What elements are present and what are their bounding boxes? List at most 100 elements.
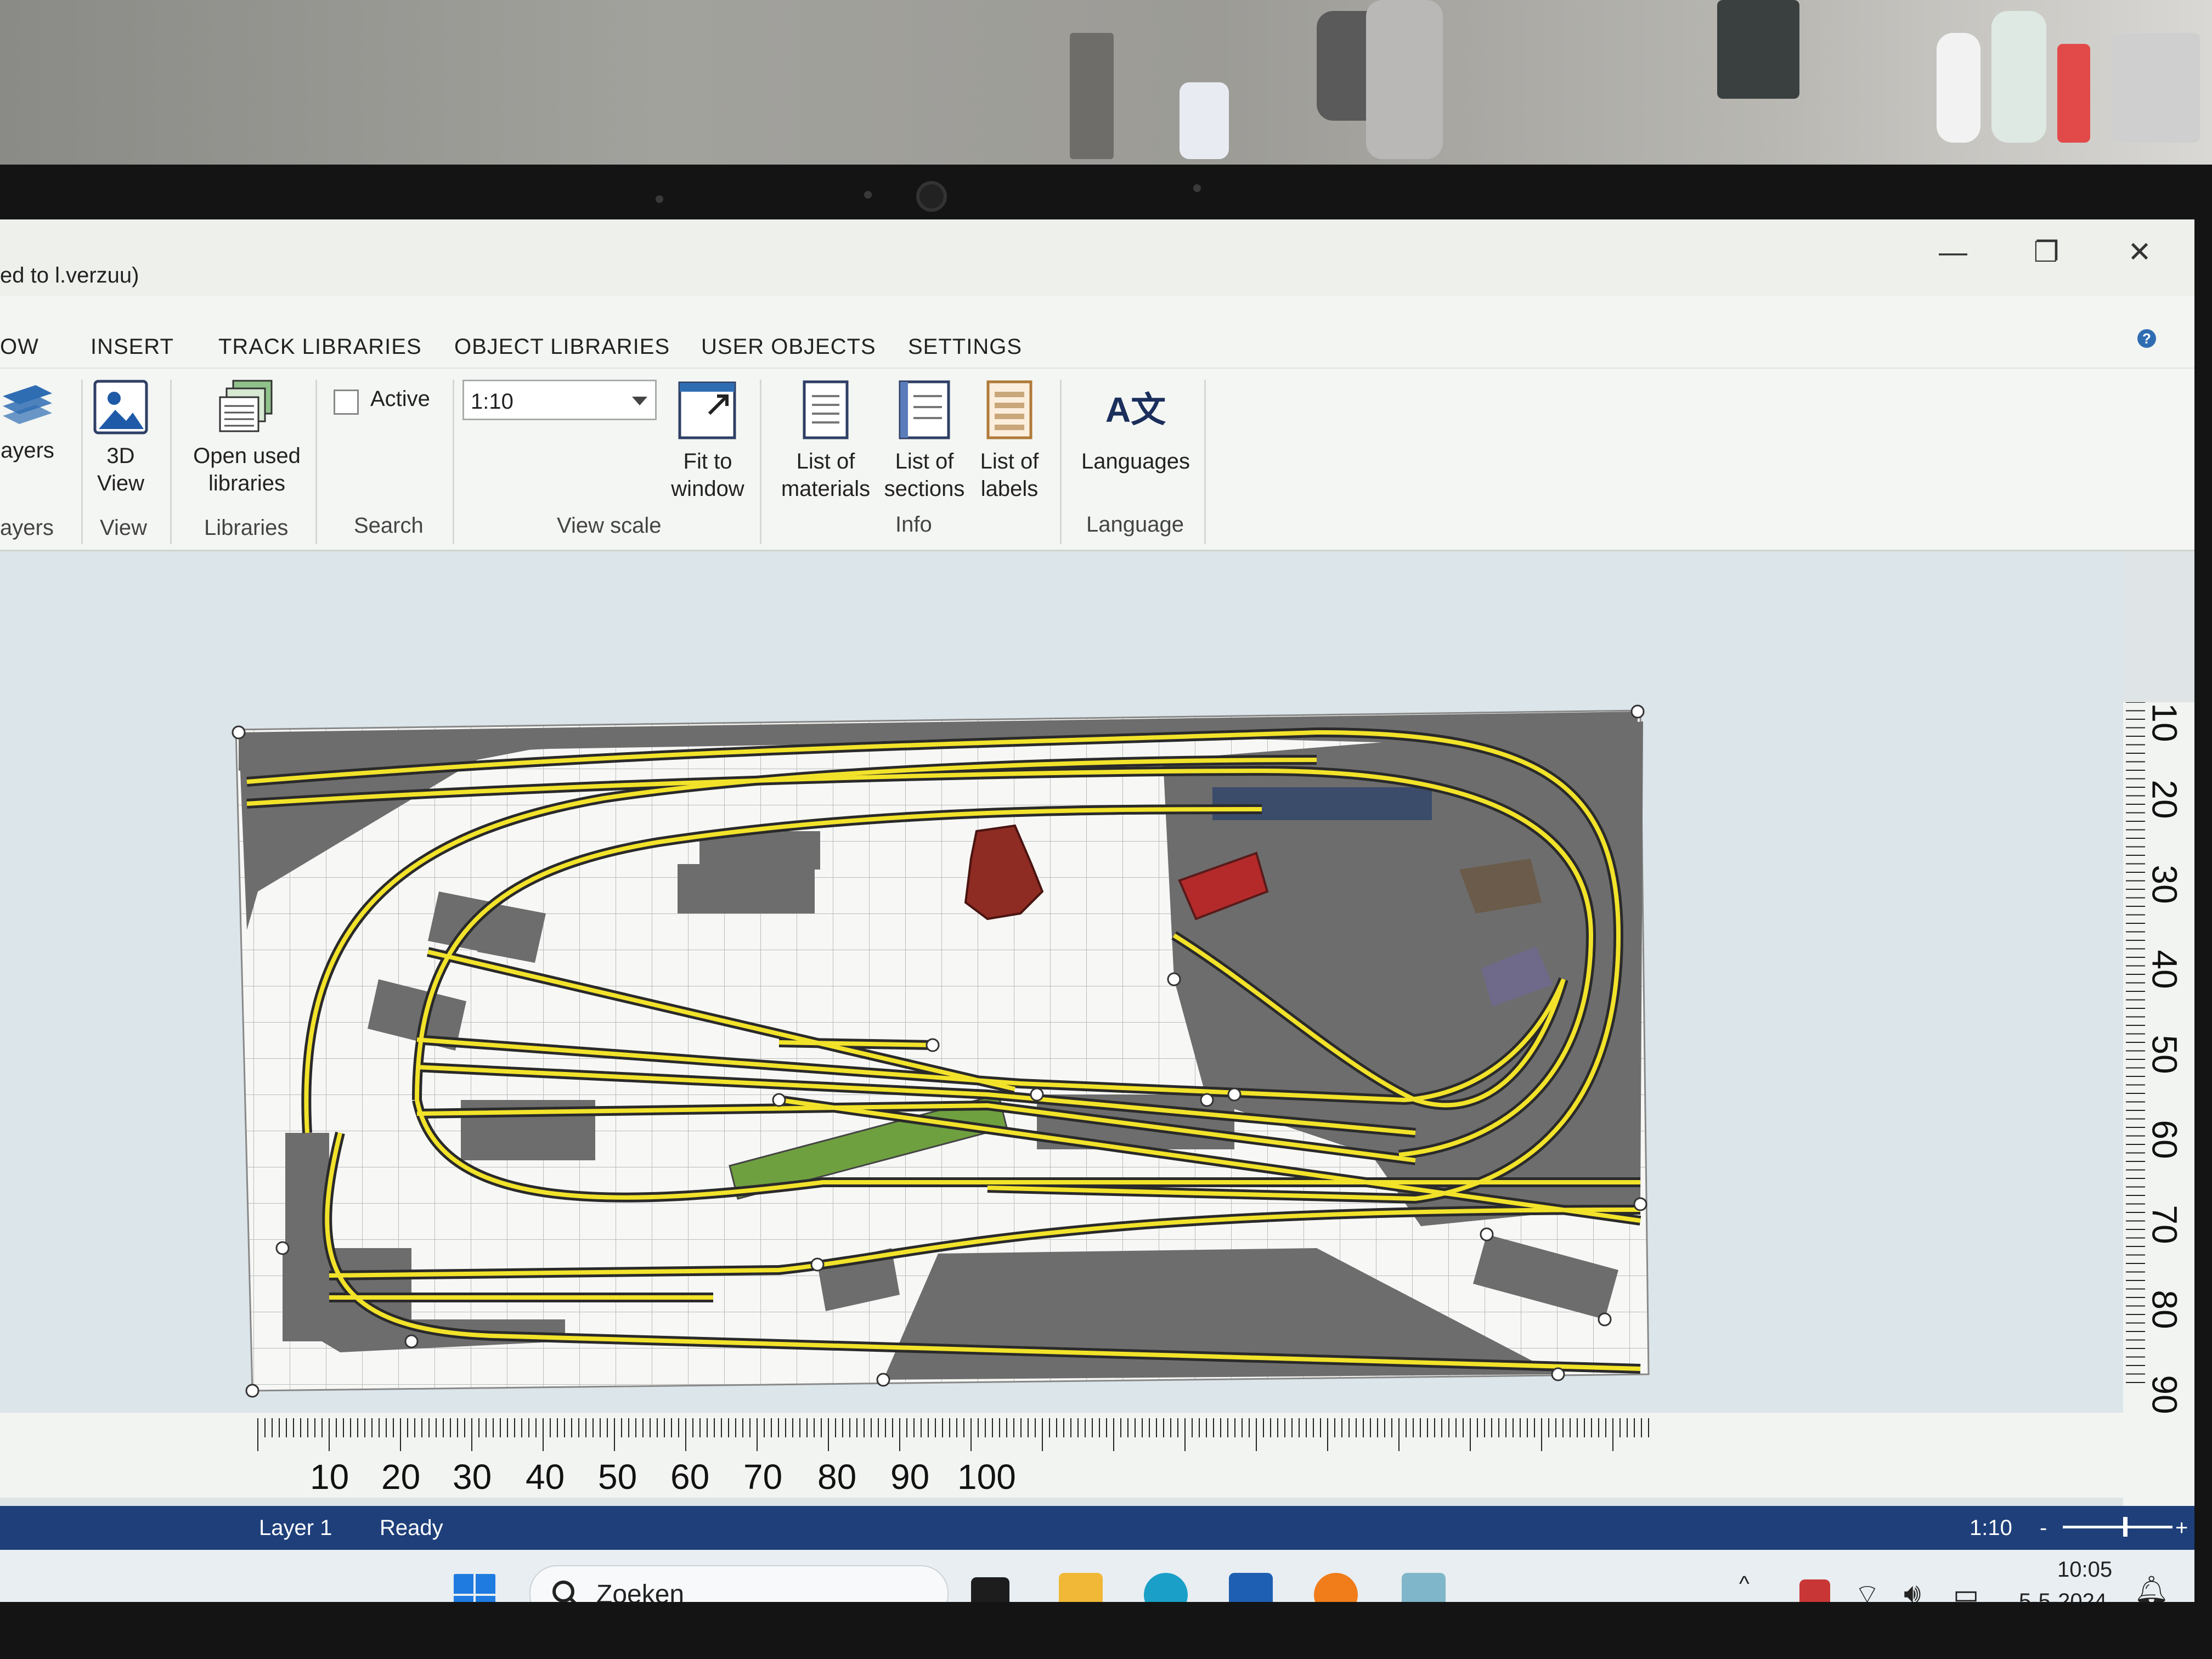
list-of-materials-button[interactable]: List of materials [776,380,875,503]
hruler-70: 70 [743,1457,783,1497]
notification-bell-icon[interactable]: 🔔︎ [2134,1574,2169,1602]
zoom-out-button[interactable]: - [2040,1516,2047,1541]
hruler-20: 20 [381,1457,421,1497]
sensor-dot [864,191,872,199]
3d-view-button[interactable]: 3D View [88,380,154,497]
track-planner-app-icon[interactable] [1402,1573,1446,1602]
libraries-group-label: Libraries [204,516,289,540]
materials-label-2: materials [781,477,871,501]
minimize-button[interactable]: — [1931,236,1975,269]
vruler-30: 30 [2145,865,2185,904]
tray-app-icon[interactable] [1799,1579,1830,1602]
sensor-dot [1193,184,1201,192]
tray-overflow-chevron[interactable]: ^ [1739,1572,1750,1596]
vruler-40: 40 [2145,950,2185,989]
taskbar-search[interactable]: Zoeken [529,1565,949,1602]
menu-user-objects[interactable]: USER OBJECTS [701,335,876,359]
menu-track-libraries[interactable]: TRACK LIBRARIES [218,335,422,359]
firefox-icon[interactable] [1314,1573,1358,1602]
hruler-90: 90 [890,1457,930,1497]
track-plan[interactable] [0,551,2123,1413]
vruler-10: 10 [2145,703,2185,742]
status-bar: Layer 1 Ready 1:10 - + [0,1506,2194,1550]
hruler-100: 100 [957,1457,1016,1497]
hruler-60: 60 [670,1457,710,1497]
view-group-label: View [100,516,147,540]
sensor-dot [656,195,663,203]
menu-settings[interactable]: SETTINGS [908,335,1022,359]
open-used-libraries-button[interactable]: Open used libraries [184,380,310,497]
3d-view-icon [93,380,148,435]
file-explorer-icon[interactable] [1059,1573,1103,1602]
search-placeholder: Zoeken [596,1580,685,1602]
horizontal-ruler-ticks [257,1418,1649,1451]
horizontal-ruler: 10 20 30 40 50 60 70 80 90 100 [0,1413,2194,1498]
list-sections-icon [899,380,950,439]
close-button[interactable]: ✕ [2118,236,2162,269]
layers-button[interactable]: ayers [0,380,55,464]
window-title: ed to l.verzuu) [0,263,139,287]
languages-button[interactable]: A文 Languages [1075,380,1196,475]
libraries-label-1: Open used [193,444,301,468]
fit-to-window-icon [678,381,736,439]
info-group-label: Info [895,512,932,537]
language-group-label: Language [1086,512,1184,537]
scale-select[interactable]: 1:10 [462,380,657,420]
wifi-icon[interactable]: ⌔ [1854,1577,1880,1602]
layers-label: ayers [1,438,54,462]
vruler-20: 20 [2145,780,2185,819]
background-objects [1070,0,2212,165]
sections-label-2: sections [884,477,965,501]
sections-label-1: List of [895,449,954,473]
fit-label-1: Fit to [683,449,732,473]
status-layer: Layer 1 [259,1516,332,1540]
volume-icon[interactable]: 🔊︎ [1904,1577,1921,1602]
search-group-label: Search [354,514,424,538]
languages-icon: A文 [1105,390,1166,430]
libraries-label-2: libraries [208,471,286,495]
libraries-icon [219,380,273,432]
languages-label: Languages [1081,449,1190,473]
hruler-40: 40 [526,1457,565,1497]
windows-start-icon[interactable] [453,1573,496,1602]
help-icon[interactable]: ? [2137,329,2156,348]
hruler-80: 80 [817,1457,857,1497]
clock-time[interactable]: 10:05 [2057,1558,2112,1582]
zoom-slider[interactable] [2063,1517,2172,1537]
list-of-sections-button[interactable]: List of sections [878,380,971,503]
status-scale: 1:10 [1970,1516,2012,1540]
title-bar: ed to l.verzuu) — ❐ ✕ [0,219,2194,296]
active-label: Active [370,387,430,411]
drawing-canvas[interactable] [0,551,2123,1413]
store-icon[interactable] [1229,1573,1273,1602]
hruler-10: 10 [310,1457,349,1497]
edge-browser-icon[interactable] [1144,1573,1188,1602]
vruler-90: 90 [2145,1375,2185,1414]
fit-to-window-button[interactable]: Fit to window [667,380,749,503]
zoom-slider-thumb[interactable] [2123,1517,2128,1537]
list-labels-icon [986,380,1032,439]
3d-view-label-1: 3D [106,444,135,468]
labels-label-1: List of [980,449,1039,473]
layers-icon [3,385,52,424]
list-of-labels-button[interactable]: List of labels [974,380,1045,503]
task-view-icon[interactable] [971,1577,1009,1602]
menu-object-libraries[interactable]: OBJECT LIBRARIES [454,335,670,359]
menu-view[interactable]: OW [0,335,39,359]
zoom-in-button[interactable]: + [2175,1516,2188,1541]
3d-view-label-2: View [97,471,144,495]
menu-bar: OW INSERT TRACK LIBRARIES OBJECT LIBRARI… [0,296,2194,368]
chevron-down-icon [632,397,647,405]
maximize-button[interactable]: ❐ [2024,236,2068,269]
taskbar: Zoeken ^ ⌔ 🔊︎ ▭ 10:05 5-5-2024 🔔︎ [0,1550,2194,1602]
hruler-50: 50 [598,1457,637,1497]
fit-label-2: window [671,477,744,501]
labels-label-2: labels [980,477,1039,501]
status-state: Ready [380,1516,443,1540]
clock-date[interactable]: 5-5-2024 [2019,1589,2107,1602]
active-checkbox[interactable] [334,390,359,415]
battery-icon[interactable]: ▭ [1953,1578,1979,1602]
materials-label-1: List of [796,449,855,473]
vruler-70: 70 [2145,1205,2185,1244]
menu-insert[interactable]: INSERT [91,335,174,359]
